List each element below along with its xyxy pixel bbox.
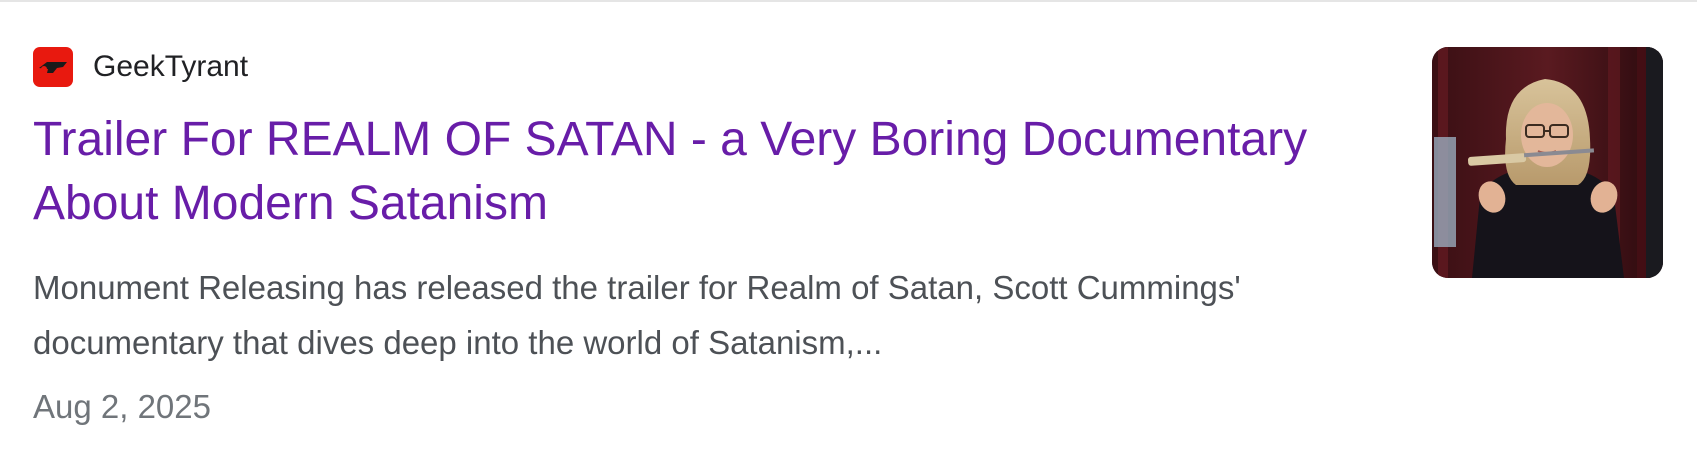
search-result: GeekTyrant Trailer For REALM OF SATAN - …	[0, 0, 1697, 452]
source-name[interactable]: GeekTyrant	[93, 47, 248, 87]
result-source[interactable]: GeekTyrant	[33, 47, 248, 87]
thumbnail-image[interactable]	[1432, 47, 1663, 278]
result-snippet: Monument Releasing has released the trai…	[33, 269, 1241, 361]
result-title-link[interactable]: Trailer For REALM OF SATAN - a Very Bori…	[33, 108, 1373, 236]
result-date: Aug 2, 2025	[33, 388, 211, 425]
geektyrant-logo-icon	[33, 47, 73, 87]
